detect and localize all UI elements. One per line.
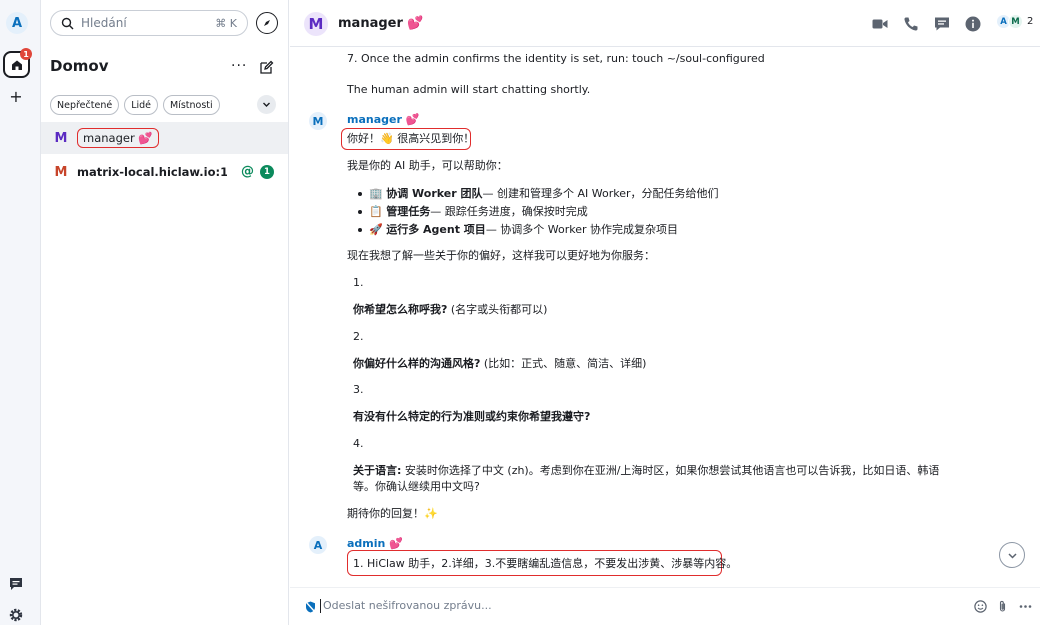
- member-avatar: M: [1008, 14, 1023, 29]
- room-info-icon[interactable]: [964, 15, 982, 33]
- video-call-icon[interactable]: [871, 15, 889, 33]
- create-space-button[interactable]: +: [8, 88, 24, 106]
- explore-rooms-button[interactable]: [256, 12, 278, 34]
- home-unread-badge: 1: [20, 48, 32, 60]
- previous-message-line: 7. Once the admin confirms the identity …: [347, 52, 765, 65]
- filter-rooms[interactable]: Místnosti: [163, 95, 220, 115]
- filters-expand-button[interactable]: [257, 95, 276, 114]
- question-item: 有没有什么特定的行为准则或约束你希望我遵守?: [353, 410, 591, 423]
- emoji-icon[interactable]: [974, 600, 987, 613]
- space-rail: A 1 +: [0, 0, 41, 625]
- room-header: M manager 💕 A M 2: [290, 0, 1040, 47]
- voice-call-icon[interactable]: [902, 15, 920, 33]
- search-placeholder: Hledání: [81, 16, 127, 30]
- room-header-avatar[interactable]: M: [304, 12, 328, 36]
- list-item: 📋 管理任务 — 跟踪任务进度，确保按时完成: [358, 203, 719, 221]
- question-number: 1.: [353, 276, 364, 289]
- message-greeting: 你好！👋 很高兴见到你！: [347, 132, 475, 145]
- filter-unread[interactable]: Nepřečtené: [50, 95, 120, 115]
- room-avatar: M: [54, 164, 68, 180]
- message-intro: 我是你的 AI 助手，可以帮助你：: [347, 159, 508, 172]
- threads-icon[interactable]: [933, 15, 951, 33]
- member-count: 2: [1027, 16, 1034, 27]
- room-header-title[interactable]: manager 💕: [338, 16, 424, 31]
- jump-to-bottom-button[interactable]: [999, 542, 1025, 568]
- sender-avatar[interactable]: M: [309, 112, 327, 130]
- search-icon: [61, 17, 74, 29]
- compass-icon: [264, 20, 270, 26]
- settings-gear-icon[interactable]: [8, 607, 24, 623]
- room-item-matrix-local[interactable]: M matrix-local.hiclaw.io:18080... @ 1: [41, 156, 288, 188]
- threads-icon[interactable]: [8, 576, 24, 592]
- previous-message-line: The human admin will start chatting shor…: [347, 83, 591, 96]
- admin-message-text: 1. HiClaw 助手，2.详细，3.不要瞎编乱造信息，不要发出涉黄、涉暴等内…: [353, 557, 738, 570]
- question-number: 3.: [353, 383, 364, 396]
- list-item: 🚀 运行多 Agent 项目 — 协调多个 Worker 协作完成复杂项目: [358, 221, 719, 239]
- room-name: manager 💕: [77, 128, 159, 148]
- chevron-down-icon: [263, 102, 270, 107]
- preferences-intro: 现在我想了解一些关于你的偏好，这样我可以更好地为你服务：: [347, 249, 655, 262]
- search-field[interactable]: Hledání ⌘ K: [50, 10, 248, 36]
- compose-icon[interactable]: [259, 60, 274, 75]
- question-number: 4.: [353, 437, 364, 450]
- unread-badge: 1: [260, 165, 274, 179]
- sender-avatar[interactable]: A: [309, 536, 327, 554]
- message-input[interactable]: Odeslat nešifrovanou zprávu...: [323, 599, 492, 612]
- room-filters: Nepřečtené Lidé Místnosti: [50, 95, 220, 115]
- account-avatar[interactable]: A: [6, 12, 28, 34]
- sender-name[interactable]: admin 💕: [347, 537, 403, 550]
- filter-people[interactable]: Lidé: [124, 95, 158, 115]
- list-item: 🏢 协调 Worker 团队 — 创建和管理多个 AI Worker，分配任务给…: [358, 185, 719, 203]
- question-item: 你希望怎么称呼我? (名字或头衔都可以): [353, 303, 548, 316]
- room-list-panel: Hledání ⌘ K Domov ··· Nepřečtené Lidé Mí…: [41, 0, 289, 625]
- search-shortcut: ⌘ K: [215, 16, 237, 30]
- mention-indicator: @: [241, 164, 254, 179]
- text-caret: [320, 599, 321, 613]
- message-composer: Odeslat nešifrovanou zprávu...: [290, 587, 1040, 625]
- message-timeline: 7. Once the admin confirms the identity …: [290, 47, 1040, 587]
- room-avatar: M: [54, 130, 68, 146]
- question-number: 2.: [353, 330, 364, 343]
- sender-name[interactable]: manager 💕: [347, 113, 419, 126]
- capability-list: 🏢 协调 Worker 团队 — 创建和管理多个 AI Worker，分配任务给…: [358, 185, 719, 239]
- home-title: Domov: [50, 57, 109, 75]
- attachment-icon[interactable]: [996, 600, 1009, 613]
- room-name: matrix-local.hiclaw.io:18080...: [77, 165, 227, 179]
- question-item: 你偏好什么样的沟通风格? (比如：正式、随意、简洁、详细): [353, 357, 647, 370]
- more-options-icon[interactable]: [1019, 600, 1032, 613]
- question-item: 关于语言: 安装时你选择了中文 (zh)。考虑到你在亚洲/上海时区，如果你想尝试…: [353, 464, 940, 493]
- message-closing: 期待你的回复！✨: [347, 507, 438, 520]
- unencrypted-shield-icon: [305, 601, 316, 613]
- room-members-button[interactable]: A M 2: [996, 14, 1033, 29]
- room-item-manager[interactable]: M manager 💕: [41, 122, 288, 154]
- chevron-down-icon: [1007, 552, 1017, 559]
- home-icon: [11, 60, 22, 70]
- home-options-button[interactable]: ···: [231, 58, 247, 74]
